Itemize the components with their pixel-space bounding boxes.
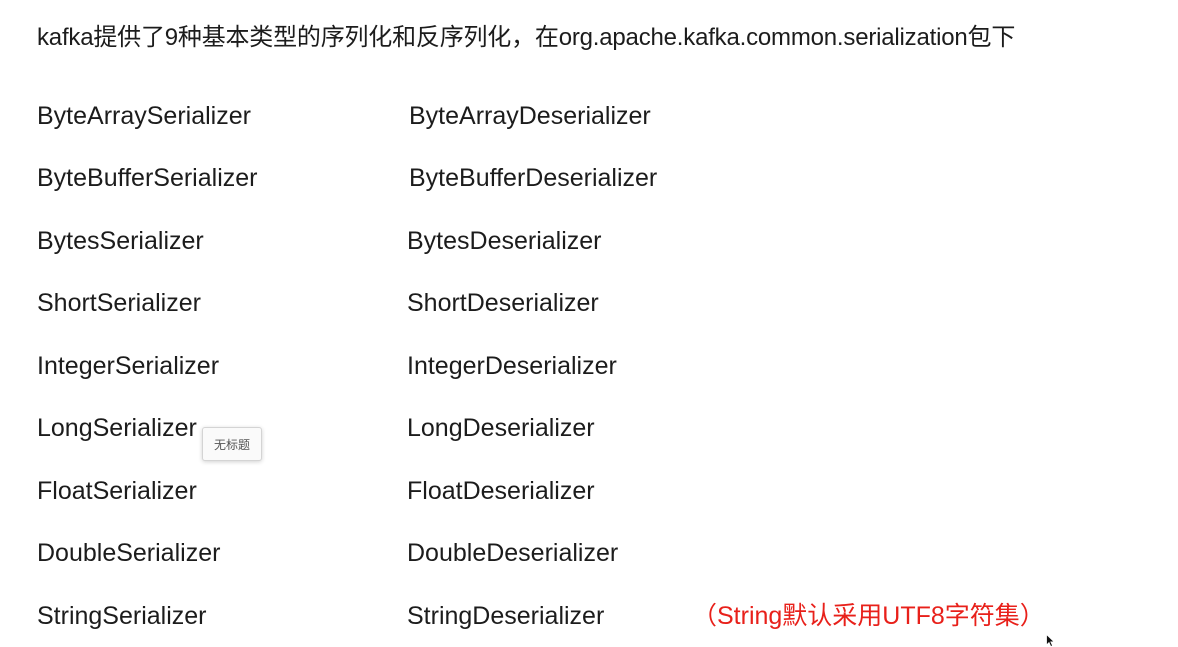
serializer-name: LongSerializer bbox=[37, 414, 197, 442]
serializer-name: ByteArraySerializer bbox=[37, 102, 251, 130]
serializer-row-float: FloatSerializer FloatDeserializer bbox=[0, 471, 1178, 511]
serializer-name: IntegerSerializer bbox=[37, 352, 220, 380]
deserializer-name: IntegerDeserializer bbox=[407, 352, 617, 380]
deserializer-name: ByteBufferDeserializer bbox=[409, 164, 658, 192]
serializer-name: ShortSerializer bbox=[37, 289, 201, 317]
page-headline: kafka提供了9种基本类型的序列化和反序列化，在org.apache.kafk… bbox=[37, 24, 1016, 51]
untitled-tooltip: 无标题 bbox=[202, 427, 262, 461]
utf8-note: （String默认采用UTF8字符集） bbox=[692, 602, 1045, 630]
deserializer-name: BytesDeserializer bbox=[407, 227, 602, 255]
serializer-name: FloatSerializer bbox=[37, 477, 197, 505]
deserializer-name: ByteArrayDeserializer bbox=[409, 102, 651, 130]
mouse-pointer-icon bbox=[1046, 634, 1056, 647]
serializer-name: StringSerializer bbox=[37, 602, 207, 630]
serializer-row-short: ShortSerializer ShortDeserializer bbox=[0, 283, 1178, 323]
serializer-name: BytesSerializer bbox=[37, 227, 204, 255]
serializer-row-integer: IntegerSerializer IntegerDeserializer bbox=[0, 346, 1178, 386]
deserializer-name: DoubleDeserializer bbox=[407, 539, 619, 567]
serializer-name: ByteBufferSerializer bbox=[37, 164, 258, 192]
serializer-name: DoubleSerializer bbox=[37, 539, 221, 567]
serializer-row-string: StringSerializer StringDeserializer （Str… bbox=[0, 596, 1178, 636]
deserializer-name: FloatDeserializer bbox=[407, 477, 595, 505]
serializer-row-double: DoubleSerializer DoubleDeserializer bbox=[0, 533, 1178, 573]
serializer-row-bytes: BytesSerializer BytesDeserializer bbox=[0, 221, 1178, 261]
serializer-row-long: LongSerializer LongDeserializer bbox=[0, 408, 1178, 448]
deserializer-name: StringDeserializer bbox=[407, 602, 605, 630]
serializer-row-bytebuffer: ByteBufferSerializer ByteBufferDeseriali… bbox=[0, 158, 1178, 198]
deserializer-name: ShortDeserializer bbox=[407, 289, 599, 317]
deserializer-name: LongDeserializer bbox=[407, 414, 595, 442]
serializer-row-bytearray: ByteArraySerializer ByteArrayDeserialize… bbox=[0, 96, 1178, 136]
